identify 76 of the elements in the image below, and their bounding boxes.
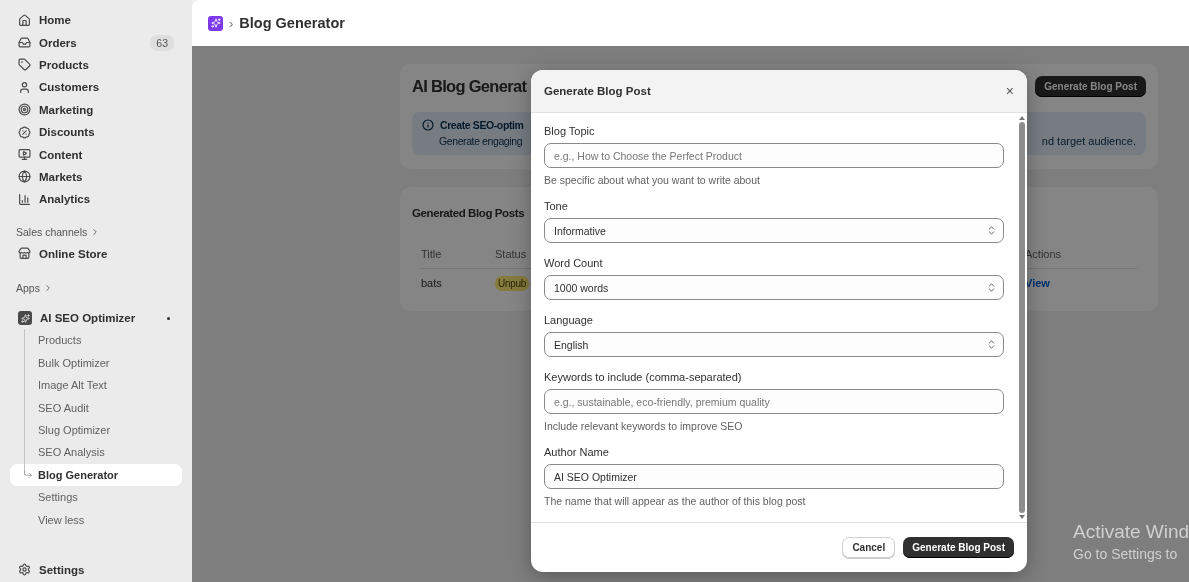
close-button[interactable]: × — [1005, 84, 1014, 98]
nav-subitem[interactable]: Slug Optimizer — [10, 418, 182, 442]
monitor-icon — [18, 148, 31, 162]
input-field[interactable]: e.g., sustainable, eco-friendly, premium quality — [544, 389, 1004, 414]
nav-subitem[interactable]: Image Alt Text — [10, 374, 182, 397]
person-icon — [18, 80, 31, 94]
field-label: Word Count — [544, 257, 604, 269]
select-field[interactable]: English — [544, 332, 1004, 357]
nav-subitem[interactable]: Bulk Optimizer — [10, 351, 182, 375]
breadcrumb-separator: › — [229, 15, 234, 31]
nav-subitem[interactable]: View less — [10, 508, 182, 531]
percent-badge-icon — [18, 125, 31, 139]
page-title: Blog Generator — [239, 15, 345, 31]
nav-item[interactable]: Discounts — [10, 120, 182, 144]
corner-arrow-icon — [23, 468, 33, 479]
table-cell-text: bats — [421, 277, 443, 289]
activation-notice-title: Activate Wind — [1073, 521, 1189, 543]
nav-item[interactable]: Home — [10, 9, 182, 32]
nav-item[interactable]: Online Store — [10, 242, 182, 265]
column-header: Actions — [1025, 247, 1063, 260]
cancel-button[interactable]: Cancel — [842, 537, 896, 558]
section-heading[interactable]: Sales channels — [10, 220, 182, 243]
globe-icon — [18, 170, 31, 184]
card-title: Generated Blog Posts — [412, 207, 526, 219]
generate-button[interactable]: Generate Blog Post — [1035, 76, 1146, 97]
chevrons-icon — [986, 225, 997, 236]
banner-title: Create SEO-optim — [440, 119, 524, 131]
count-badge: 63 — [150, 34, 174, 51]
status-badge: Unpub — [495, 275, 529, 291]
nav-subitem[interactable]: SEO Analysis — [10, 441, 182, 464]
input-field[interactable]: AI SEO Optimizer — [544, 464, 1004, 489]
help-text: The name that will appear as the author of this blog post — [544, 495, 807, 507]
activation-notice-text: Go to Settings to — [1073, 546, 1179, 562]
nav-item[interactable]: Marketing — [10, 98, 182, 121]
field-label: Language — [544, 314, 594, 326]
settings-icon — [18, 563, 31, 577]
banner-text: Generate engaging — [438, 135, 524, 147]
target-icon — [18, 103, 31, 117]
tag-icon — [18, 58, 31, 72]
field-label: Tone — [544, 200, 569, 212]
select-field[interactable]: Informative — [544, 218, 1004, 243]
app-icon — [208, 15, 223, 31]
info-icon — [422, 119, 434, 131]
field-label: Blog Topic — [544, 125, 596, 137]
help-text: Include relevant keywords to improve SEO — [544, 420, 744, 432]
app-icon — [18, 311, 32, 326]
modal-title: Generate Blog Post — [544, 85, 651, 97]
nav-subitem[interactable]: Settings — [10, 486, 182, 509]
chevrons-icon — [986, 339, 997, 350]
generate-button[interactable]: Generate Blog Post — [903, 537, 1014, 558]
nav-item[interactable]: AI SEO Optimizer — [10, 306, 182, 330]
field-label: Keywords to include (comma-separated) — [544, 371, 743, 383]
nav-item[interactable]: Customers — [10, 76, 182, 99]
help-text: Be specific about what you want to write about — [544, 174, 761, 186]
nav-subitem[interactable]: SEO Audit — [10, 396, 182, 419]
store-icon — [18, 247, 31, 261]
page-heading: AI Blog Generat — [412, 77, 527, 96]
nav-item[interactable]: Analytics — [10, 188, 182, 211]
nav-subitem[interactable]: Products — [10, 329, 182, 352]
chevrons-icon — [986, 282, 997, 293]
field-label: Author Name — [544, 446, 610, 458]
nav-item[interactable]: Products — [10, 53, 182, 77]
column-header: Status — [495, 247, 528, 260]
input-field[interactable]: e.g., How to Choose the Perfect Product — [544, 143, 1004, 168]
nav-subitem[interactable]: Blog Generator — [10, 463, 182, 487]
inbox-icon — [18, 36, 31, 50]
bar-chart-icon — [18, 192, 31, 206]
column-header: Title — [421, 247, 443, 260]
nav-item[interactable]: Markets — [10, 165, 182, 189]
home-icon — [18, 13, 31, 27]
nav-item[interactable]: Content — [10, 143, 182, 166]
banner-text: nd target audience. — [1041, 135, 1136, 147]
nav-item[interactable]: Orders 63 — [10, 31, 182, 54]
nav-item[interactable]: Settings — [10, 558, 182, 581]
section-heading[interactable]: Apps — [10, 276, 182, 299]
select-field[interactable]: 1000 words — [544, 275, 1004, 300]
